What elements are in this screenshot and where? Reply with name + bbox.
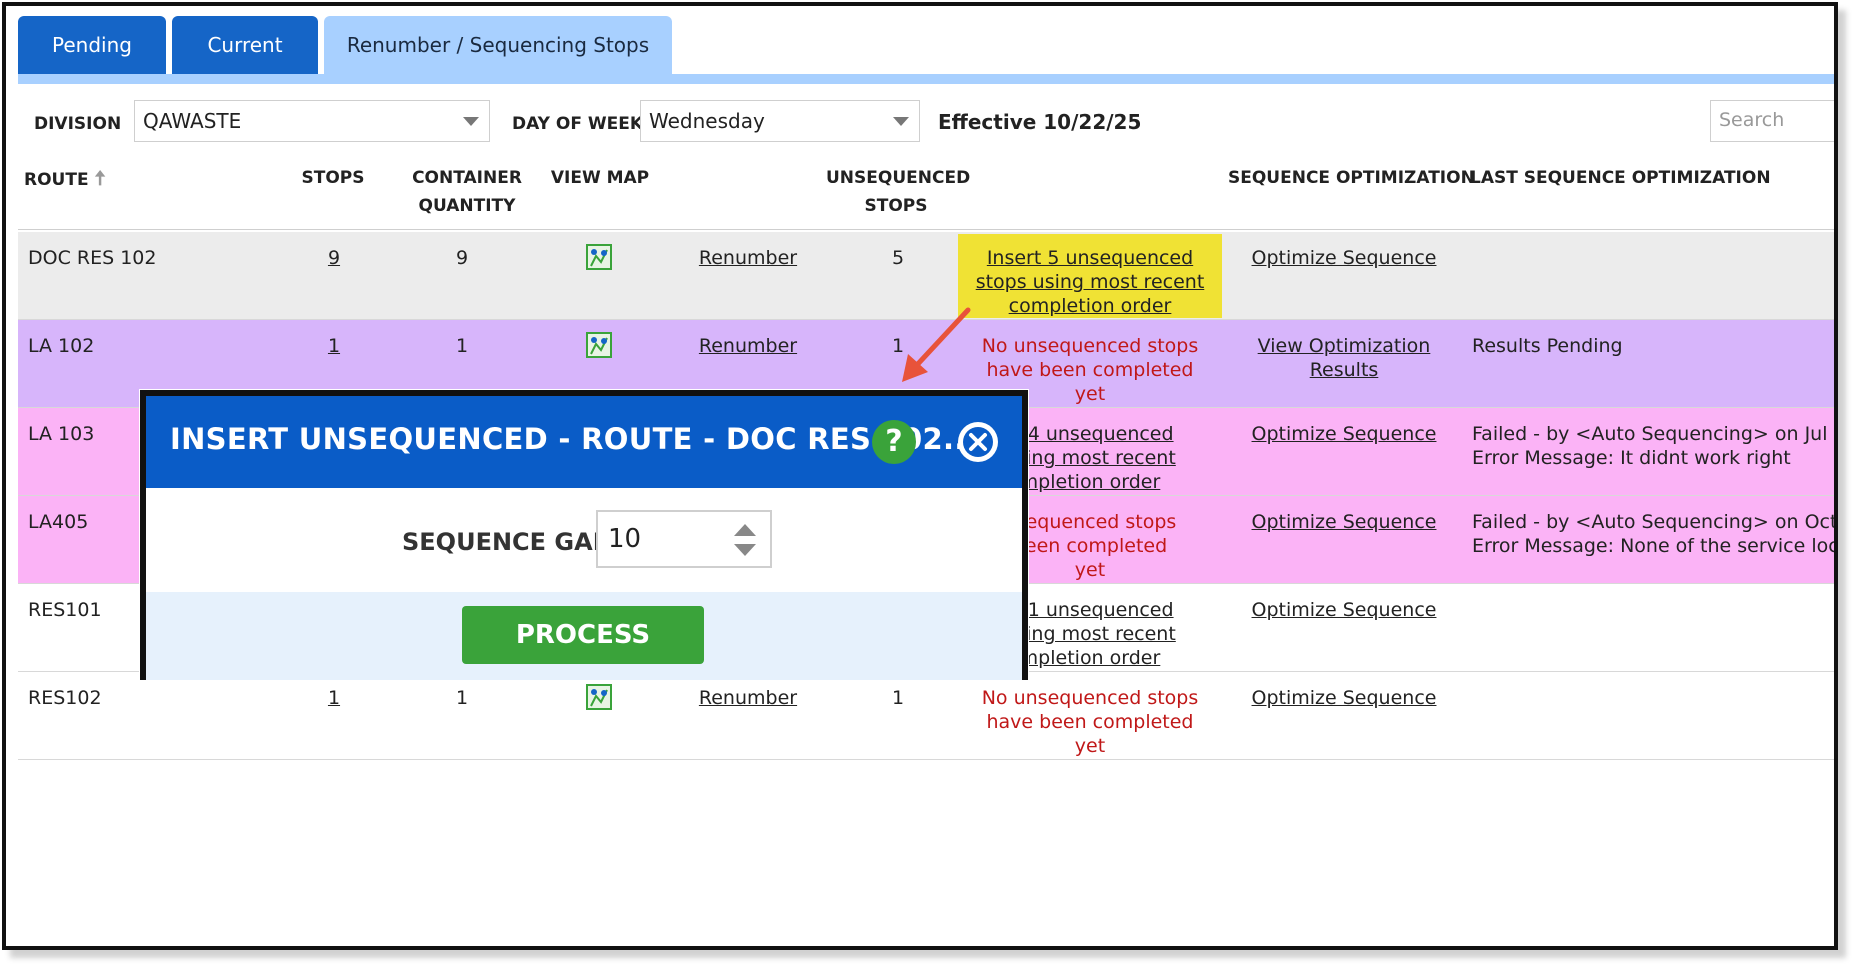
renumber-link[interactable]: Renumber xyxy=(678,334,818,358)
last-optimization-status: Failed - by <Auto Sequencing> on Jul 21 … xyxy=(1472,422,1838,470)
stops-link[interactable]: 1 xyxy=(314,334,354,358)
route-name: LA 102 xyxy=(28,335,95,357)
table-row: RES102 1 1 Renumber 1 No unsequenced sto… xyxy=(18,672,1834,760)
decrement-arrow-icon[interactable] xyxy=(734,544,756,556)
table-header: ROUTE 🠅 STOPS CONTAINER QUANTITY VIEW MAP… xyxy=(18,156,1834,230)
optimize-sequence-link[interactable]: Optimize Sequence xyxy=(1228,686,1460,710)
close-icon[interactable] xyxy=(958,422,998,462)
chevron-down-icon xyxy=(893,117,909,126)
container-qty: 1 xyxy=(455,687,469,709)
action-line: Insert 5 unsequenced xyxy=(986,247,1194,269)
optimize-sequence-link[interactable]: Optimize Sequence xyxy=(1228,598,1460,622)
unsequenced-count: 1 xyxy=(891,687,905,709)
filter-bar: DIVISION QAWASTE DAY OF WEEK Wednesday E… xyxy=(18,88,1834,152)
route-name: DOC RES 102 xyxy=(28,247,157,269)
action-line: completion order xyxy=(1008,295,1172,317)
tab-renumber-sequencing[interactable]: Renumber / Sequencing Stops xyxy=(324,16,672,74)
optimize-sequence-link[interactable]: Optimize Sequence xyxy=(1228,246,1460,270)
optimize-sequence-link[interactable]: Optimize Sequence xyxy=(1228,422,1460,446)
link-line: Results xyxy=(1309,359,1379,381)
column-view-map: VIEW MAP xyxy=(550,168,650,188)
process-button[interactable]: PROCESS xyxy=(462,606,704,664)
modal-header: INSERT UNSEQUENCED - ROUTE - DOC RES 102… xyxy=(146,396,1022,488)
insert-unsequenced-link[interactable]: Insert 5 unsequenced stops using most re… xyxy=(958,234,1222,318)
container-qty: 9 xyxy=(455,247,469,269)
optimize-sequence-link[interactable]: Optimize Sequence xyxy=(1228,510,1460,534)
route-name: RES102 xyxy=(28,687,102,709)
chevron-down-icon xyxy=(463,117,479,126)
division-value: QAWASTE xyxy=(143,109,242,133)
table-row: DOC RES 102 9 9 Renumber 5 Insert 5 unse… xyxy=(18,232,1834,320)
status-line: Failed - by <Auto Sequencing> on Oct 1 xyxy=(1472,511,1838,533)
app-frame: Pending Current Renumber / Sequencing St… xyxy=(2,2,1838,950)
route-name: LA405 xyxy=(28,511,89,533)
modal-title: INSERT UNSEQUENCED - ROUTE - DOC RES 102… xyxy=(170,422,977,456)
map-icon[interactable] xyxy=(586,332,612,358)
column-container-quantity: CONTAINER QUANTITY xyxy=(412,168,522,216)
sequence-gap-stepper[interactable]: 10 xyxy=(596,510,772,568)
tab-bar: Pending Current Renumber / Sequencing St… xyxy=(18,16,678,76)
modal-footer: PROCESS xyxy=(146,592,1022,680)
help-icon[interactable]: ? xyxy=(872,420,916,464)
map-icon[interactable] xyxy=(586,684,612,710)
day-of-week-value: Wednesday xyxy=(649,109,765,133)
day-of-week-select[interactable]: Wednesday xyxy=(640,100,920,142)
error-message-line: Error Message: None of the service loca xyxy=(1472,535,1838,557)
effective-date: Effective 10/22/25 xyxy=(938,110,1142,134)
sequence-gap-label: SEQUENCE GAP xyxy=(402,528,611,556)
increment-arrow-icon[interactable] xyxy=(734,524,756,536)
view-optimization-results-link[interactable]: View Optimization Results xyxy=(1228,334,1460,382)
message-line: have been completed xyxy=(986,711,1194,733)
stops-link[interactable]: 1 xyxy=(314,686,354,710)
container-qty: 1 xyxy=(455,335,469,357)
action-line: stops using most recent xyxy=(975,271,1205,293)
unsequenced-count: 5 xyxy=(891,247,905,269)
sort-up-icon[interactable]: 🠅 xyxy=(95,164,106,192)
unsequenced-count: 1 xyxy=(891,335,905,357)
status-line: Failed - by <Auto Sequencing> on Jul 21 xyxy=(1472,423,1838,445)
error-message-line: Error Message: It didnt work right xyxy=(1472,447,1791,469)
tab-pending[interactable]: Pending xyxy=(18,16,166,74)
division-label: DIVISION xyxy=(34,114,122,134)
message-line: No unsequenced stops xyxy=(981,335,1199,357)
route-name: LA 103 xyxy=(28,423,95,445)
search-input[interactable]: Search xyxy=(1710,100,1834,142)
modal-body: SEQUENCE GAP 10 xyxy=(146,488,1022,592)
insert-unsequenced-modal: INSERT UNSEQUENCED - ROUTE - DOC RES 102… xyxy=(140,390,1028,680)
last-optimization-status: Failed - by <Auto Sequencing> on Oct 1 E… xyxy=(1472,510,1838,558)
column-last-sequence-optimization: LAST SEQUENCE OPTIMIZATION xyxy=(1470,168,1771,188)
tab-current[interactable]: Current xyxy=(172,16,318,74)
no-unsequenced-message: No unsequenced stops have been completed… xyxy=(958,686,1222,758)
link-line: View Optimization xyxy=(1257,335,1431,357)
last-optimization-status: Results Pending xyxy=(1472,335,1623,357)
column-unsequenced-stops: UNSEQUENCED STOPS xyxy=(826,168,971,216)
renumber-link[interactable]: Renumber xyxy=(678,246,818,270)
column-stops: STOPS xyxy=(301,168,365,188)
day-of-week-label: DAY OF WEEK xyxy=(512,114,644,134)
map-icon[interactable] xyxy=(586,244,612,270)
stops-link[interactable]: 9 xyxy=(314,246,354,270)
column-route[interactable]: ROUTE 🠅 xyxy=(24,164,106,194)
message-line: have been completed xyxy=(986,359,1194,381)
column-sequence-optimization: SEQUENCE OPTIMIZATION xyxy=(1228,168,1475,188)
message-line: yet xyxy=(1074,735,1106,757)
division-select[interactable]: QAWASTE xyxy=(134,100,490,142)
renumber-link[interactable]: Renumber xyxy=(678,686,818,710)
tab-strip xyxy=(18,74,1834,84)
message-line: No unsequenced stops xyxy=(981,687,1199,709)
column-route-label: ROUTE xyxy=(24,170,89,190)
route-name: RES101 xyxy=(28,599,102,621)
sequence-gap-value: 10 xyxy=(608,524,642,554)
